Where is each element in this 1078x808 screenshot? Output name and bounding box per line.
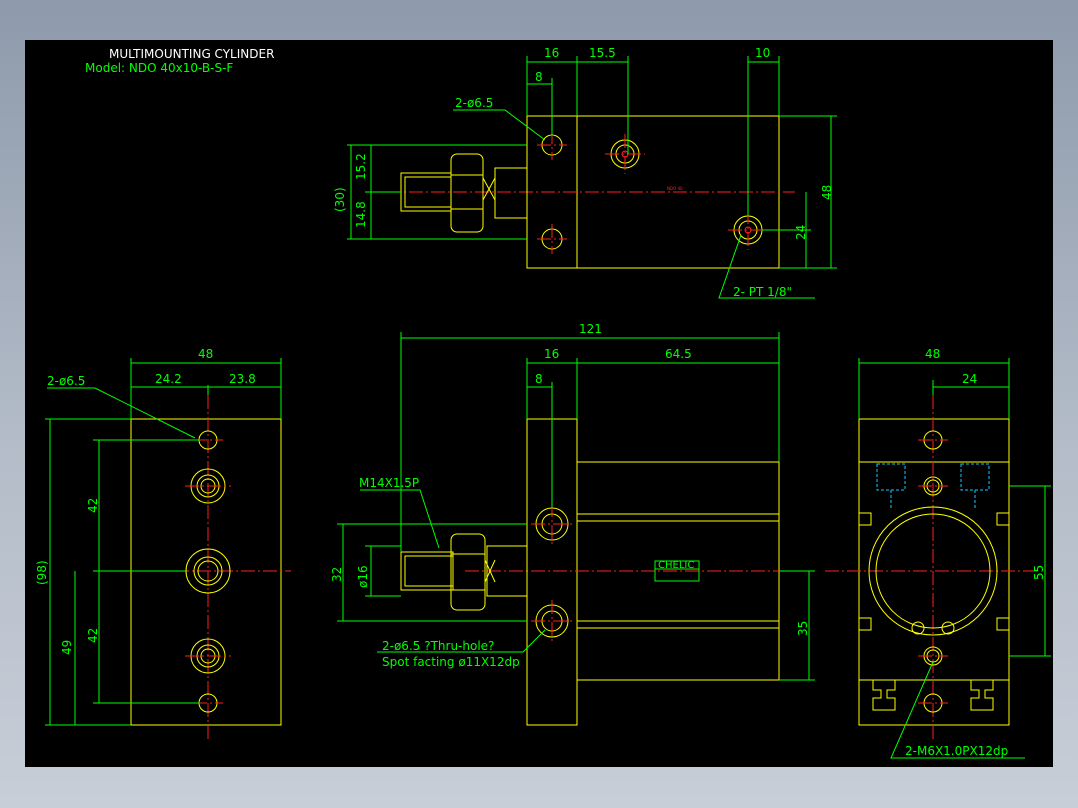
left-dim-42-upper: 42 bbox=[86, 498, 100, 513]
left-dim-23-8: 23.8 bbox=[229, 372, 256, 386]
top-dim-15-5: 15.5 bbox=[589, 46, 616, 60]
top-dim-14-8: 14.8 bbox=[354, 201, 368, 228]
top-dim-48: 48 bbox=[820, 185, 834, 200]
top-dim-30: (30) bbox=[333, 187, 347, 212]
model-label: Model: NDO 40x10-B-S-F bbox=[85, 61, 233, 75]
top-port-callout: 2- PT 1/8" bbox=[733, 285, 792, 299]
front-dim-64-5: 64.5 bbox=[665, 347, 692, 361]
top-dim-15-2: 15.2 bbox=[354, 153, 368, 180]
right-dim-48: 48 bbox=[925, 347, 940, 361]
right-dim-55: 55 bbox=[1032, 565, 1046, 580]
front-spot-facing: Spot facting ø11X12dp bbox=[382, 655, 520, 669]
right-thread-callout: 2-M6X1.0PX12dp bbox=[905, 744, 1008, 758]
front-dim-8: 8 bbox=[535, 372, 543, 386]
left-dim-98: (98) bbox=[35, 560, 49, 585]
right-view: 48 24 55 2-M6X1.0PX12dp bbox=[825, 347, 1051, 759]
top-dim-16: 16 bbox=[544, 46, 559, 60]
front-dim-32: 32 bbox=[330, 567, 344, 582]
front-hole-callout: 2-ø6.5 ?Thru-hole? bbox=[382, 639, 494, 653]
left-view: 48 24.2 23.8 2-ø6.5 42 42 (98) 49 bbox=[35, 347, 291, 740]
front-thread-callout: M14X1.5P bbox=[359, 476, 419, 490]
top-dim-8: 8 bbox=[535, 70, 543, 84]
drawing-canvas: MULTIMOUNTING CYLINDER Model: NDO 40x10-… bbox=[25, 40, 1053, 767]
top-hole-callout: 2-ø6.5 bbox=[455, 96, 493, 110]
front-dim-121: 121 bbox=[579, 322, 602, 336]
top-view: NDO 40 16 15.5 10 8 2-ø6.5 15.2 14.8 (30… bbox=[333, 46, 837, 299]
top-dim-10: 10 bbox=[755, 46, 770, 60]
left-dim-42-lower: 42 bbox=[86, 628, 100, 643]
front-dim-16: 16 bbox=[544, 347, 559, 361]
front-view: CHELIC 121 16 64.5 8 M14X1.5P 32 ø16 35 … bbox=[330, 322, 815, 726]
drawing-title: MULTIMOUNTING CYLINDER bbox=[109, 47, 274, 61]
left-dim-49: 49 bbox=[60, 640, 74, 655]
front-dim-35: 35 bbox=[796, 621, 810, 636]
top-dim-24: 24 bbox=[794, 225, 808, 240]
top-center-tag: NDO 40 bbox=[667, 186, 683, 191]
front-badge: CHELIC bbox=[658, 560, 694, 571]
front-dim-rod-dia: ø16 bbox=[356, 565, 370, 588]
left-hole-callout: 2-ø6.5 bbox=[47, 374, 85, 388]
left-dim-24-2: 24.2 bbox=[155, 372, 182, 386]
right-dim-24: 24 bbox=[962, 372, 977, 386]
left-dim-48: 48 bbox=[198, 347, 213, 361]
